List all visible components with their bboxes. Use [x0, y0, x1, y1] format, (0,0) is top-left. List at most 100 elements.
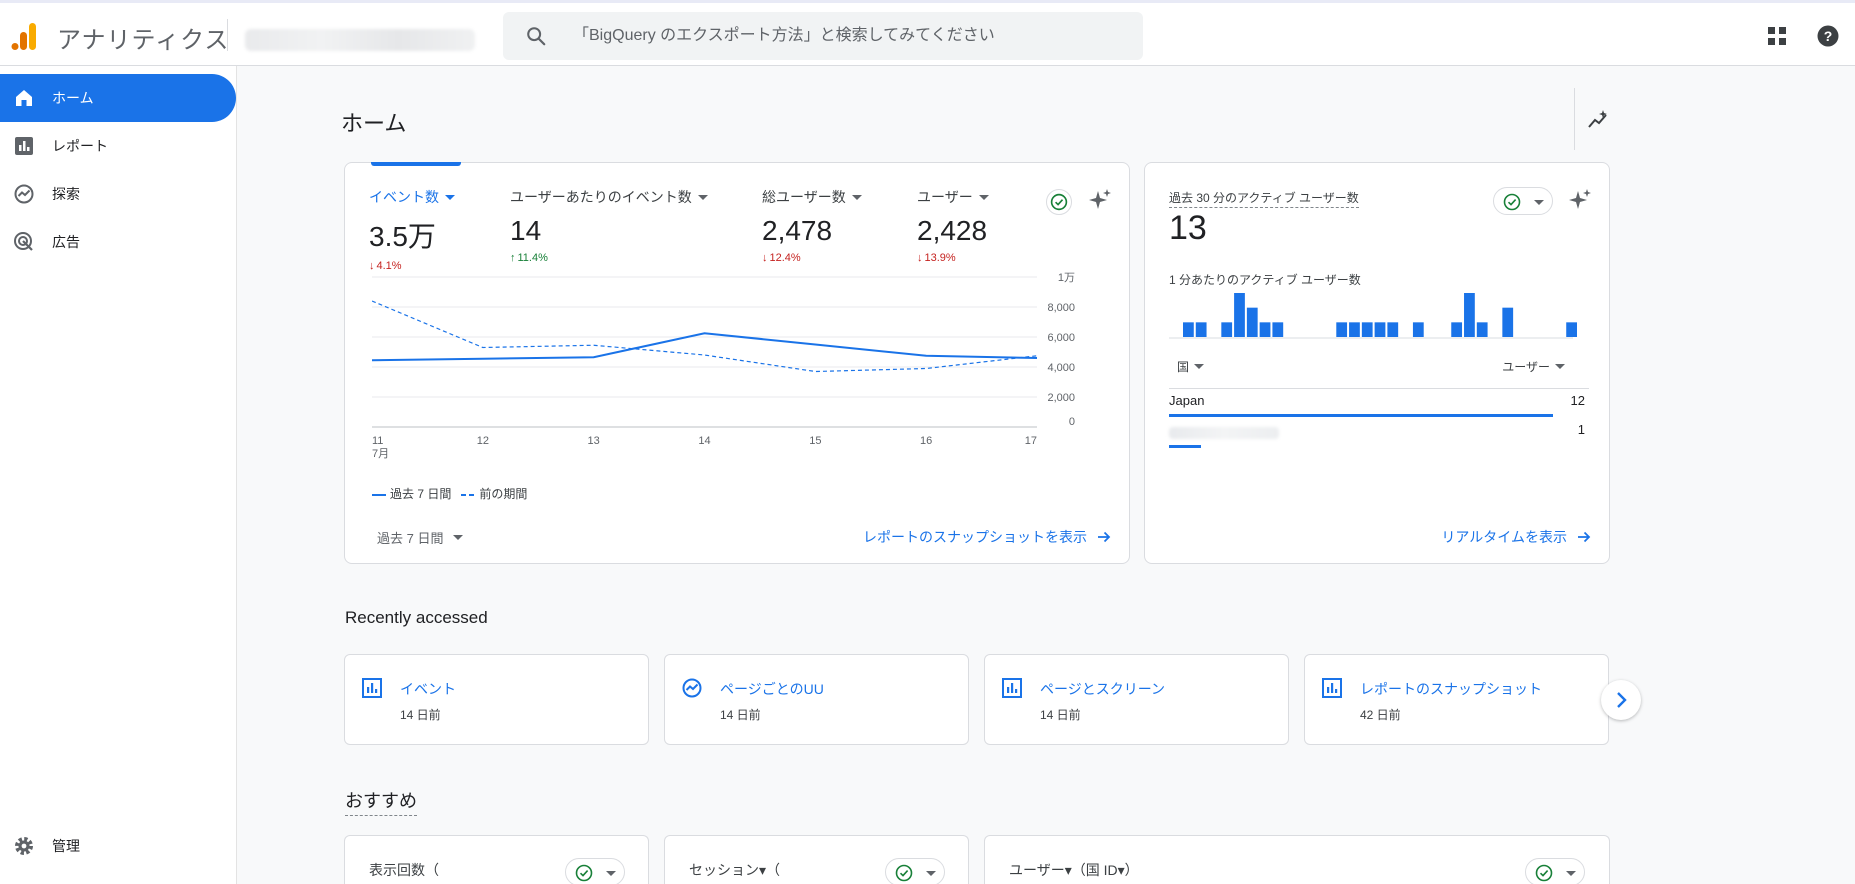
minute-bar[interactable]: [1272, 322, 1284, 337]
sidebar-item-advertising[interactable]: 広告: [0, 218, 236, 266]
suggested-card[interactable]: 表示回数（: [344, 835, 649, 884]
chevron-right-icon: [1617, 692, 1627, 708]
table-divider: [1169, 388, 1589, 389]
metric-events-per-user[interactable]: ユーザーあたりのイベント数 14 ↑ 11.4%: [510, 187, 708, 264]
recent-item-uu-per-page[interactable]: ページごとのUU 14 日前: [664, 654, 969, 745]
suggested-title: おすすめ: [345, 787, 417, 816]
sidebar-item-explore[interactable]: 探索: [0, 170, 236, 218]
sparkle-icon[interactable]: [1568, 188, 1592, 212]
top-bar: アナリティクス ?: [0, 0, 1855, 66]
minute-bar[interactable]: [1412, 322, 1424, 337]
legend-solid-swatch: [372, 493, 386, 496]
minute-bar[interactable]: [1336, 322, 1348, 337]
chevron-down-icon: [697, 194, 708, 200]
analytics-logo-icon[interactable]: [10, 21, 38, 51]
svg-text:?: ?: [1824, 28, 1833, 44]
account-selector[interactable]: [245, 29, 475, 51]
users-column-selector[interactable]: ユーザー: [1502, 358, 1565, 375]
sidebar-item-label: 広告: [52, 234, 80, 250]
x-tick-label: 14: [698, 435, 710, 447]
sidebar-item-label: 管理: [52, 838, 80, 854]
advertising-icon: [14, 232, 33, 251]
minute-bar[interactable]: [1234, 293, 1245, 337]
metric-value: 3.5万: [369, 221, 436, 252]
chevron-down-icon: [1555, 364, 1565, 369]
data-quality-check-icon[interactable]: [1046, 189, 1072, 215]
insights-icon[interactable]: [1586, 108, 1610, 132]
arrow-down-icon: ↓: [762, 252, 768, 264]
recent-item-reports-snapshot[interactable]: レポートのスナップショット 42 日前: [1304, 654, 1609, 745]
minute-bar[interactable]: [1451, 322, 1463, 337]
x-tick-label: 16: [920, 435, 932, 447]
minute-bar[interactable]: [1361, 322, 1373, 337]
minute-bar[interactable]: [1221, 322, 1233, 337]
minute-bar[interactable]: [1476, 322, 1488, 337]
overview-card: イベント数 3.5万 ↓ 4.1% ユーザーあたりのイベント数 14 ↑ 11.4%…: [344, 162, 1130, 564]
date-range-selector[interactable]: 過去 7 日間: [377, 528, 464, 547]
realtime-bar-chart: [1169, 293, 1577, 339]
data-quality-check-dropdown[interactable]: [1493, 187, 1553, 215]
x-tick-label: 11: [372, 435, 383, 447]
minute-bar[interactable]: [1566, 322, 1577, 337]
apps-icon[interactable]: [1767, 26, 1787, 46]
country-column-selector[interactable]: 国: [1177, 358, 1205, 375]
minute-bar[interactable]: [1374, 322, 1386, 337]
gear-icon: [15, 837, 33, 855]
sidebar-item-label: ホーム: [52, 90, 94, 106]
view-realtime-link[interactable]: リアルタイムを表示: [1441, 527, 1591, 547]
recent-item-events[interactable]: イベント 14 日前: [344, 654, 649, 745]
x-tick-label: 13: [588, 435, 600, 447]
minute-bar[interactable]: [1387, 322, 1399, 337]
realtime-card: 過去 30 分のアクティブ ユーザー数 13 1 分あたりのアクティブ ユーザー…: [1144, 162, 1610, 564]
minute-bar[interactable]: [1464, 293, 1475, 337]
redacted-country: [1169, 427, 1279, 439]
metric-users[interactable]: ユーザー 2,428 ↓ 13.9%: [917, 187, 989, 264]
view-snapshot-link[interactable]: レポートのスナップショットを表示: [863, 527, 1111, 547]
data-quality-check-dropdown[interactable]: [1525, 858, 1585, 884]
app-name[interactable]: アナリティクス: [57, 20, 229, 55]
recent-item-title: レポートのスナップショット: [1360, 681, 1542, 697]
search-icon[interactable]: [525, 25, 547, 47]
minute-bar[interactable]: [1502, 307, 1514, 337]
help-icon[interactable]: ?: [1817, 25, 1839, 47]
metric-total-users[interactable]: 総ユーザー数 2,478 ↓ 12.4%: [762, 187, 862, 264]
x-tick-label: 12: [477, 435, 489, 447]
search-bar[interactable]: [503, 12, 1143, 60]
metric-value: 2,428: [917, 215, 988, 246]
suggested-card[interactable]: セッション▾（: [664, 835, 969, 884]
metric-value: 14: [510, 215, 542, 246]
minute-bar[interactable]: [1195, 322, 1207, 337]
legend-label: 前の期間: [479, 487, 528, 501]
chevron-down-icon: [1194, 364, 1205, 369]
minute-bar[interactable]: [1246, 307, 1258, 337]
recent-item-title: ページとスクリーン: [1040, 681, 1166, 697]
sidebar-item-label: 探索: [52, 186, 80, 202]
arrow-down-icon: ↓: [917, 252, 923, 264]
link-label: リアルタイムを表示: [1441, 529, 1567, 545]
search-input[interactable]: [573, 12, 1113, 60]
header-divider: [227, 19, 228, 51]
sidebar-item-home[interactable]: ホーム: [0, 74, 236, 122]
minute-bar[interactable]: [1349, 322, 1360, 337]
recent-item-date: 42 日前: [1360, 708, 1401, 722]
suggested-card-title: ユーザー▾（国 ID▾）: [1009, 862, 1139, 878]
bar-chart-icon: [1322, 678, 1342, 698]
y-tick-label: 2,000: [1047, 392, 1075, 404]
sidebar-item-reports[interactable]: レポート: [0, 122, 236, 170]
y-tick-label: 4,000: [1047, 362, 1075, 374]
data-quality-check-dropdown[interactable]: [885, 858, 945, 884]
legend-item-previous: 前の期間: [461, 485, 527, 502]
suggested-card-title: 表示回数（: [369, 862, 439, 878]
sidebar-item-admin[interactable]: 管理: [0, 822, 236, 870]
explore-icon: [682, 678, 702, 698]
minute-bar[interactable]: [1183, 322, 1194, 337]
next-button[interactable]: [1601, 680, 1641, 720]
recently-accessed-title: Recently accessed: [345, 608, 488, 627]
recent-item-pages-screens[interactable]: ページとスクリーン 14 日前: [984, 654, 1289, 745]
data-quality-check-dropdown[interactable]: [565, 858, 625, 884]
sidebar-item-label: レポート: [52, 138, 108, 154]
sparkle-icon[interactable]: [1088, 188, 1112, 212]
minute-bar[interactable]: [1259, 322, 1271, 337]
metric-event-count[interactable]: イベント数 3.5万 ↓ 4.1%: [369, 187, 455, 272]
suggested-card[interactable]: ユーザー▾（国 ID▾）: [984, 835, 1610, 884]
